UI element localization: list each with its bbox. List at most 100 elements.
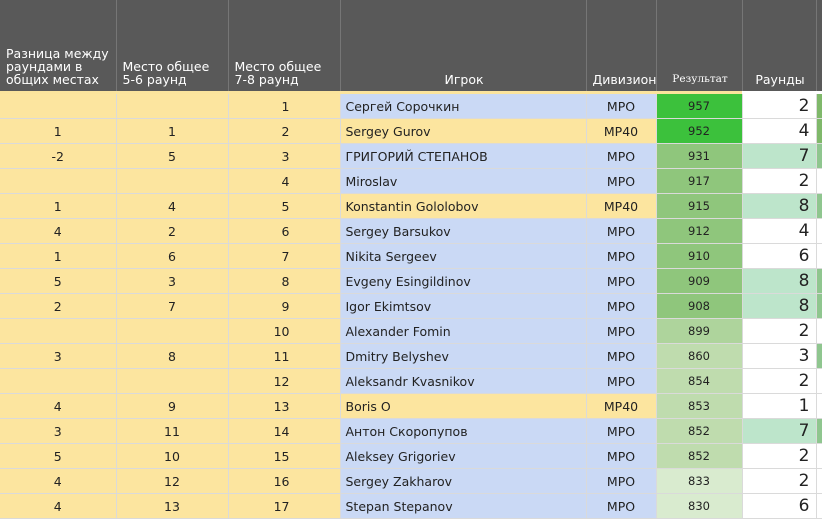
division-cell[interactable]: MPO xyxy=(586,343,657,369)
header-result[interactable]: Результат xyxy=(656,0,743,91)
player-name-cell[interactable]: Sergey Barsukov xyxy=(340,218,587,244)
diff-cell[interactable]: 1 xyxy=(0,118,117,144)
place-5-6-cell[interactable]: 1 xyxy=(116,118,229,144)
player-name-cell[interactable]: Igor Ekimtsov xyxy=(340,293,587,319)
diff-cell[interactable] xyxy=(0,94,117,119)
place-7-8-cell[interactable]: 4 xyxy=(228,168,341,194)
diff-cell[interactable]: 4 xyxy=(0,393,117,419)
division-cell[interactable]: MPO xyxy=(586,143,657,169)
rounds-cell[interactable]: 6 xyxy=(742,493,817,519)
division-cell[interactable]: MP40 xyxy=(586,393,657,419)
diff-cell[interactable]: 4 xyxy=(0,468,117,494)
division-cell[interactable]: MPO xyxy=(586,318,657,344)
player-name-cell[interactable]: Stepan Stepanov xyxy=(340,493,587,519)
player-name-cell[interactable]: Dmitry Belyshev xyxy=(340,343,587,369)
header-player[interactable]: Игрок xyxy=(340,0,587,91)
place-7-8-cell[interactable]: 3 xyxy=(228,143,341,169)
player-name-cell[interactable]: Alexander Fomin xyxy=(340,318,587,344)
rounds-cell[interactable]: 2 xyxy=(742,318,817,344)
place-7-8-cell[interactable]: 2 xyxy=(228,118,341,144)
rounds-cell[interactable]: 6 xyxy=(742,243,817,269)
player-name-cell[interactable]: Miroslav xyxy=(340,168,587,194)
place-7-8-cell[interactable]: 14 xyxy=(228,418,341,444)
result-cell[interactable]: 854 xyxy=(656,368,743,394)
diff-cell[interactable] xyxy=(0,168,117,194)
result-cell[interactable]: 917 xyxy=(656,168,743,194)
place-5-6-cell[interactable] xyxy=(116,318,229,344)
place-7-8-cell[interactable]: 8 xyxy=(228,268,341,294)
header-place-7-8[interactable]: Место общее 7-8 раунд xyxy=(228,0,341,91)
result-cell[interactable]: 852 xyxy=(656,418,743,444)
result-cell[interactable]: 931 xyxy=(656,143,743,169)
result-cell[interactable]: 860 xyxy=(656,343,743,369)
place-5-6-cell[interactable] xyxy=(116,168,229,194)
division-cell[interactable]: MPO xyxy=(586,243,657,269)
result-cell[interactable]: 908 xyxy=(656,293,743,319)
place-5-6-cell[interactable]: 3 xyxy=(116,268,229,294)
player-name-cell[interactable]: Sergey Gurov xyxy=(340,118,587,144)
rounds-cell[interactable]: 4 xyxy=(742,118,817,144)
header-place-5-6[interactable]: Место общее 5-6 раунд xyxy=(116,0,229,91)
diff-cell[interactable]: 4 xyxy=(0,218,117,244)
division-cell[interactable]: MPO xyxy=(586,368,657,394)
rounds-cell[interactable]: 7 xyxy=(742,143,817,169)
place-7-8-cell[interactable]: 7 xyxy=(228,243,341,269)
result-cell[interactable]: 915 xyxy=(656,193,743,219)
player-name-cell[interactable]: ГРИГОРИЙ СТЕПАНОВ xyxy=(340,143,587,169)
division-cell[interactable]: MPO xyxy=(586,94,657,119)
division-cell[interactable]: MPO xyxy=(586,168,657,194)
division-cell[interactable]: MPO xyxy=(586,493,657,519)
diff-cell[interactable]: 3 xyxy=(0,418,117,444)
player-name-cell[interactable]: Антон Скоропупов xyxy=(340,418,587,444)
rounds-cell[interactable]: 1 xyxy=(742,393,817,419)
result-cell[interactable]: 910 xyxy=(656,243,743,269)
rounds-cell[interactable]: 8 xyxy=(742,268,817,294)
result-cell[interactable]: 830 xyxy=(656,493,743,519)
place-7-8-cell[interactable]: 1 xyxy=(228,94,341,119)
rounds-cell[interactable]: 8 xyxy=(742,193,817,219)
place-5-6-cell[interactable]: 8 xyxy=(116,343,229,369)
diff-cell[interactable]: 3 xyxy=(0,343,117,369)
diff-cell[interactable]: 1 xyxy=(0,193,117,219)
diff-cell[interactable] xyxy=(0,318,117,344)
player-name-cell[interactable]: Sergey Zakharov xyxy=(340,468,587,494)
division-cell[interactable]: MPO xyxy=(586,218,657,244)
result-cell[interactable]: 912 xyxy=(656,218,743,244)
division-cell[interactable]: MPO xyxy=(586,468,657,494)
diff-cell[interactable]: 1 xyxy=(0,243,117,269)
player-name-cell[interactable]: Konstantin Gololobov xyxy=(340,193,587,219)
place-5-6-cell[interactable]: 5 xyxy=(116,143,229,169)
player-name-cell[interactable]: Boris O xyxy=(340,393,587,419)
player-name-cell[interactable]: Aleksey Grigoriev xyxy=(340,443,587,469)
result-cell[interactable]: 899 xyxy=(656,318,743,344)
result-cell[interactable]: 833 xyxy=(656,468,743,494)
rounds-cell[interactable]: 7 xyxy=(742,418,817,444)
rounds-cell[interactable]: 2 xyxy=(742,368,817,394)
result-cell[interactable]: 909 xyxy=(656,268,743,294)
division-cell[interactable]: MPO xyxy=(586,443,657,469)
division-cell[interactable]: MP40 xyxy=(586,193,657,219)
rounds-cell[interactable]: 2 xyxy=(742,443,817,469)
place-5-6-cell[interactable]: 11 xyxy=(116,418,229,444)
place-5-6-cell[interactable] xyxy=(116,368,229,394)
result-cell[interactable]: 853 xyxy=(656,393,743,419)
player-name-cell[interactable]: Aleksandr Kvasnikov xyxy=(340,368,587,394)
result-cell[interactable]: 852 xyxy=(656,443,743,469)
division-cell[interactable]: MPO xyxy=(586,293,657,319)
diff-cell[interactable] xyxy=(0,368,117,394)
rounds-cell[interactable]: 2 xyxy=(742,168,817,194)
rounds-cell[interactable]: 8 xyxy=(742,293,817,319)
diff-cell[interactable]: 5 xyxy=(0,268,117,294)
result-cell[interactable]: 957 xyxy=(656,94,743,119)
place-7-8-cell[interactable]: 17 xyxy=(228,493,341,519)
rounds-cell[interactable]: 4 xyxy=(742,218,817,244)
place-7-8-cell[interactable]: 15 xyxy=(228,443,341,469)
player-name-cell[interactable]: Сергей Сорочкин xyxy=(340,94,587,119)
division-cell[interactable]: MP40 xyxy=(586,118,657,144)
place-7-8-cell[interactable]: 5 xyxy=(228,193,341,219)
diff-cell[interactable]: 4 xyxy=(0,493,117,519)
diff-cell[interactable]: -2 xyxy=(0,143,117,169)
place-5-6-cell[interactable]: 4 xyxy=(116,193,229,219)
place-5-6-cell[interactable]: 7 xyxy=(116,293,229,319)
place-5-6-cell[interactable]: 12 xyxy=(116,468,229,494)
